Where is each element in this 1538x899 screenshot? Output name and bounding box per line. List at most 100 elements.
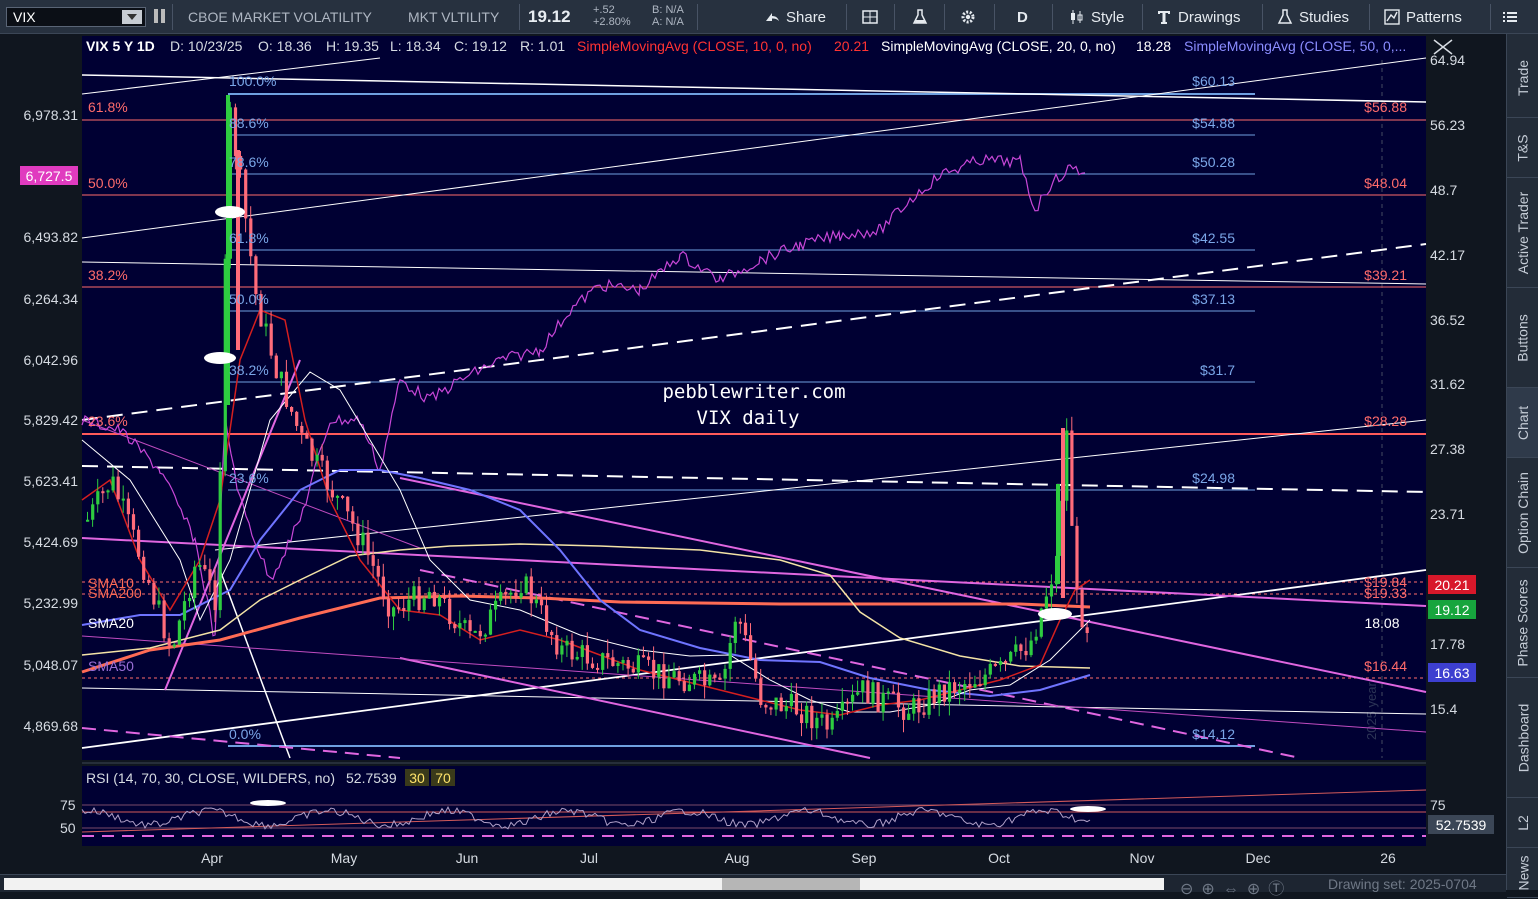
- style-label: Style: [1091, 8, 1125, 26]
- left-axis-tick: 5,048.07: [24, 657, 79, 673]
- rsi-axis-50: 50: [60, 820, 76, 836]
- right-axis-tick: 56.23: [1430, 117, 1465, 133]
- month-tick: 26: [1380, 850, 1396, 866]
- header-low: L: 18.34: [390, 38, 441, 54]
- month-tick: Apr: [201, 850, 223, 866]
- symbol-input[interactable]: VIX: [6, 7, 146, 27]
- side-tab-news[interactable]: News: [1507, 848, 1538, 898]
- right-axis-tick: 36.52: [1430, 312, 1465, 328]
- ask-value: A: N/A: [652, 16, 684, 28]
- right-axis-tick: 15.4: [1430, 701, 1457, 717]
- side-tab-buttons[interactable]: Buttons: [1507, 288, 1538, 388]
- chart-area[interactable]: 2025 year 100.0% 88.6% 78.6% 61.8% 50.0%…: [0, 34, 1506, 874]
- candle-style-icon: [1071, 10, 1083, 24]
- share-button[interactable]: Share: [764, 6, 826, 28]
- symbol-dropdown-icon[interactable]: [122, 10, 142, 24]
- sma20-study-value: 18.28: [1136, 38, 1171, 54]
- scroll-track[interactable]: [4, 878, 1164, 890]
- sma50-study-label[interactable]: SimpleMovingAvg (CLOSE, 50, 0,...: [1184, 38, 1406, 54]
- month-tick: Jul: [580, 850, 598, 866]
- fib-right-red-label: $28.28: [1364, 413, 1407, 429]
- patterns-button[interactable]: Patterns: [1384, 6, 1462, 28]
- zoom-controls[interactable]: ⊖⊕⇔⊕Ⓣ: [1180, 875, 1292, 899]
- header-close: C: 19.12: [454, 38, 507, 54]
- link-icon[interactable]: [153, 7, 167, 28]
- highlight-ellipse: [215, 206, 245, 218]
- price-chart[interactable]: 2025 year 100.0%88.6%78.6%61.8%50.0%38.2…: [0, 34, 1506, 874]
- chart-title: VIX 5 Y 1D: [86, 38, 155, 54]
- fib-left-label: 88.6%: [229, 115, 269, 131]
- fib-right-red-label: $16.44: [1364, 658, 1407, 674]
- fib-left-label: 0.0%: [229, 726, 261, 742]
- side-tab-option-chain[interactable]: Option Chain: [1507, 458, 1538, 568]
- period-selector[interactable]: D: [1017, 6, 1028, 28]
- symbol-text: VIX: [13, 9, 36, 25]
- side-tab-active-trader[interactable]: Active Trader: [1507, 178, 1538, 288]
- left-axis-tick: 5,829.42: [24, 412, 79, 428]
- side-tab-bar: Trade T&S Active Trader Buttons Chart Option …: [1506, 34, 1538, 898]
- annotation-line1: pebblewriter.com: [662, 381, 845, 403]
- sma10-price-tag: 20.21: [1434, 577, 1469, 593]
- time-scrollbar[interactable]: ⊖⊕⇔⊕Ⓣ Drawing set: 2025-0704: [0, 874, 1506, 898]
- menu-button[interactable]: [1502, 6, 1518, 28]
- month-tick: Aug: [725, 850, 750, 866]
- fib-right-red-label: $39.21: [1364, 267, 1407, 283]
- right-axis-tick: 23.71: [1430, 506, 1465, 522]
- rsi-label[interactable]: RSI (14, 70, 30, CLOSE, WILDERS, no): [86, 770, 335, 786]
- share-icon: [766, 13, 779, 21]
- sma50-label: SMA50: [88, 658, 134, 674]
- side-tab-l2[interactable]: L2: [1507, 798, 1538, 848]
- left-axis-tick: 6,493.82: [24, 229, 79, 245]
- last-price-tag: 19.12: [1434, 602, 1469, 618]
- side-tab-label: Trade: [1515, 59, 1531, 96]
- rsi-oversold-label: 30: [409, 770, 425, 786]
- chart-grid-icon: [862, 10, 878, 24]
- side-tab-chart[interactable]: Chart: [1507, 388, 1538, 458]
- sma10-study-label[interactable]: SimpleMovingAvg (CLOSE, 10, 0, no): [577, 38, 812, 54]
- rsi-price-tag: 52.7539: [1436, 817, 1487, 833]
- app-window: VIX CBOE MARKET VOLATILITY MKT VLTILITY …: [0, 0, 1538, 899]
- header-high: H: 19.35: [326, 38, 379, 54]
- left-axis-tick: 6,264.34: [24, 291, 79, 307]
- fib-right-blue-label: $14.12: [1192, 726, 1235, 742]
- fib-right-blue-label: $50.28: [1192, 154, 1235, 170]
- drawings-button[interactable]: Drawings: [1156, 6, 1241, 28]
- left-axis-tick: 6,978.31: [24, 107, 79, 123]
- side-tab-label: Chart: [1515, 405, 1532, 440]
- fib-left-label: 23.6%: [229, 470, 269, 486]
- symbol-description: CBOE MARKET VOLATILITY: [188, 9, 372, 25]
- drawing-set-label[interactable]: Drawing set: 2025-0704: [1328, 876, 1477, 892]
- studies-button[interactable]: Studies: [1277, 6, 1349, 28]
- sma50-price-tag: 16.63: [1434, 665, 1469, 681]
- side-tab-t-s[interactable]: T&S: [1507, 118, 1538, 178]
- sma10-study-value: 20.21: [834, 38, 869, 54]
- settings-button[interactable]: [960, 6, 976, 28]
- flask-button[interactable]: [912, 6, 928, 28]
- fib-right-red-label: $48.04: [1364, 175, 1407, 191]
- fib-right-blue-label: $54.88: [1192, 115, 1235, 131]
- side-tab-label: Phase Scores: [1515, 578, 1532, 667]
- side-tab-dashboard[interactable]: Dashboard: [1507, 678, 1538, 798]
- left-axis-tick: 5,623.41: [24, 473, 79, 489]
- sma20-study-label[interactable]: SimpleMovingAvg (CLOSE, 20, 0, no): [881, 38, 1116, 54]
- side-tab-trade[interactable]: Trade: [1507, 38, 1538, 118]
- side-tab-label: News: [1515, 854, 1532, 891]
- share-label: Share: [786, 8, 827, 26]
- fib-right-blue-label: $31.7: [1200, 362, 1235, 378]
- header-date: D: 10/23/25: [170, 38, 243, 54]
- fib-left-label: 100.0%: [229, 73, 276, 89]
- scroll-thumb[interactable]: [722, 878, 860, 890]
- style-button[interactable]: Style: [1069, 6, 1124, 28]
- fib-right-red-label: $56.88: [1364, 99, 1407, 115]
- period-label: D: [1017, 8, 1028, 26]
- right-axis-tick: 27.38: [1430, 441, 1465, 457]
- left-axis-tick: 5,232.99: [24, 595, 79, 611]
- highlight-ellipse: [1038, 608, 1072, 620]
- side-tab-phase-scores[interactable]: Phase Scores: [1507, 568, 1538, 678]
- drawings-label: Drawings: [1178, 8, 1241, 26]
- spx-price-tag: 6,727.5: [26, 168, 73, 184]
- quick-chart-button[interactable]: [862, 6, 878, 28]
- fib-left-label: 50.0%: [229, 291, 269, 307]
- month-tick: Nov: [1130, 850, 1155, 866]
- fib-right-blue-label: $42.55: [1192, 230, 1235, 246]
